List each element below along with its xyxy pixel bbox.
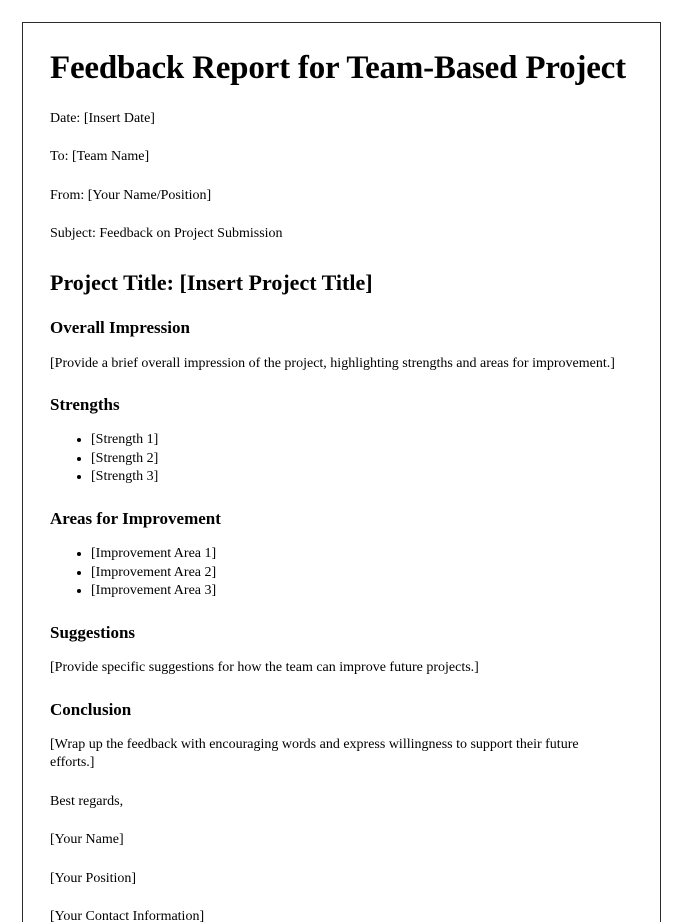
- meta-to: To: [Team Name]: [50, 149, 150, 165]
- document-body: Feedback Report for Team-Based Project D…: [23, 23, 660, 922]
- meta-date: Date: [Insert Date]: [50, 110, 155, 126]
- heading-suggestions: Suggestions: [50, 622, 136, 642]
- list-item: [Strength 2]: [91, 450, 634, 468]
- document-page: Feedback Report for Team-Based Project D…: [22, 22, 661, 922]
- closing-salutation: Best regards,: [50, 793, 124, 809]
- text-suggestions: [Provide specific suggestions for how th…: [50, 660, 479, 676]
- meta-from: From: [Your Name/Position]: [50, 187, 212, 203]
- list-areas-for-improvement: [Improvement Area 1] [Improvement Area 2…: [50, 545, 634, 600]
- text-conclusion: [Wrap up the feedback with encouraging w…: [50, 736, 579, 771]
- heading-overall-impression: Overall Impression: [50, 318, 190, 338]
- list-item: [Strength 3]: [91, 468, 634, 486]
- heading-areas-for-improvement: Areas for Improvement: [50, 508, 221, 528]
- heading-strengths: Strengths: [50, 395, 120, 415]
- list-item: [Improvement Area 1]: [91, 545, 634, 563]
- list-item: [Improvement Area 2]: [91, 564, 634, 582]
- list-strengths: [Strength 1] [Strength 2] [Strength 3]: [50, 431, 634, 486]
- list-item: [Strength 1]: [91, 431, 634, 449]
- list-item: [Improvement Area 3]: [91, 582, 634, 600]
- meta-subject: Subject: Feedback on Project Submission: [50, 226, 283, 242]
- project-title-heading: Project Title: [Insert Project Title]: [50, 269, 373, 295]
- page-title: Feedback Report for Team-Based Project: [50, 50, 626, 86]
- text-overall-impression: [Provide a brief overall impression of t…: [50, 355, 615, 371]
- closing-position: [Your Position]: [50, 870, 137, 886]
- heading-conclusion: Conclusion: [50, 699, 132, 719]
- closing-contact: [Your Contact Information]: [50, 909, 205, 922]
- closing-name: [Your Name]: [50, 832, 124, 848]
